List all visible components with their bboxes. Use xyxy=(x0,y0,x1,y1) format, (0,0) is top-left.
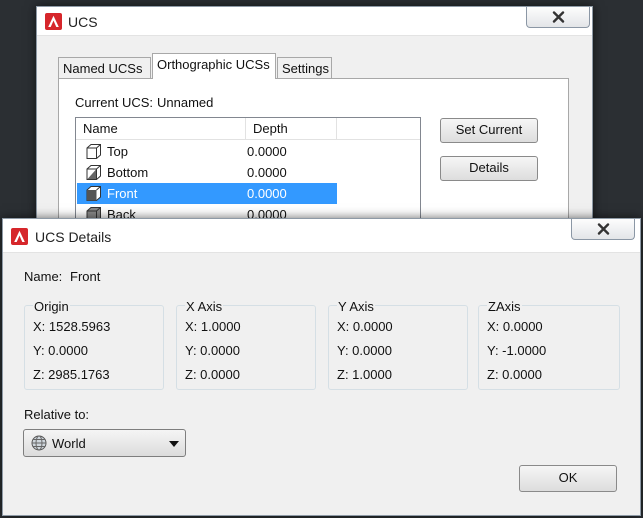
tab-orthographic-ucss[interactable]: Orthographic UCSs xyxy=(152,53,276,79)
group-title: Y Axis xyxy=(337,299,375,314)
details-name-label: Name: xyxy=(24,269,63,284)
close-x-icon xyxy=(597,223,609,235)
row-depth: 0.0000 xyxy=(247,165,287,180)
z-axis-x: X: 0.0000 xyxy=(487,319,543,334)
column-header-filler xyxy=(337,118,420,140)
relative-to-select[interactable]: World xyxy=(23,429,186,457)
current-ucs-value: Unnamed xyxy=(157,95,214,110)
close-x-icon xyxy=(552,11,564,23)
details-title: UCS Details xyxy=(35,229,112,245)
autocad-a-icon xyxy=(11,228,28,245)
autocad-a-icon xyxy=(45,13,62,30)
list-item-top[interactable]: Top 0.0000 xyxy=(77,141,337,162)
x-axis-x: X: 1.0000 xyxy=(185,319,241,334)
tab-settings[interactable]: Settings xyxy=(277,57,332,79)
row-depth: 0.0000 xyxy=(247,186,287,201)
group-title: Origin xyxy=(33,299,70,314)
x-axis-group: X Axis X: 1.0000 Y: 0.0000 Z: 0.0000 xyxy=(176,300,316,390)
cube-view-icon xyxy=(86,186,101,201)
row-name: Bottom xyxy=(107,165,149,180)
details-button[interactable]: Details xyxy=(440,156,538,181)
column-header-name[interactable]: Name xyxy=(76,118,246,140)
y-axis-y: Y: 0.0000 xyxy=(337,343,392,358)
y-axis-x: X: 0.0000 xyxy=(337,319,393,334)
set-current-button[interactable]: Set Current xyxy=(440,118,538,143)
z-axis-y: Y: -1.0000 xyxy=(487,343,547,358)
row-name: Top xyxy=(107,144,128,159)
ucs-title: UCS xyxy=(68,14,98,30)
globe-icon xyxy=(31,435,47,451)
cube-view-icon xyxy=(86,165,101,180)
origin-z: Z: 2985.1763 xyxy=(33,367,110,382)
z-axis-group: ZAxis X: 0.0000 Y: -1.0000 Z: 0.0000 xyxy=(478,300,620,390)
list-item-front[interactable]: Front 0.0000 xyxy=(77,183,337,204)
relative-to-label: Relative to: xyxy=(24,407,90,422)
triangle-down-icon xyxy=(169,441,179,447)
ok-button[interactable]: OK xyxy=(519,465,617,492)
details-name-value: Front xyxy=(70,269,101,284)
row-name: Front xyxy=(107,186,138,201)
x-axis-y: Y: 0.0000 xyxy=(185,343,240,358)
current-ucs-label: Current UCS: xyxy=(75,95,154,110)
details-titlebar[interactable]: UCS Details xyxy=(3,219,640,253)
relative-to-value: World xyxy=(52,436,86,451)
y-axis-group: Y Axis X: 0.0000 Y: 0.0000 Z: 1.0000 xyxy=(328,300,468,390)
list-item-bottom[interactable]: Bottom 0.0000 xyxy=(77,162,337,183)
group-title: X Axis xyxy=(185,299,224,314)
origin-x: X: 1528.5963 xyxy=(33,319,111,334)
x-axis-z: Z: 0.0000 xyxy=(185,367,240,382)
origin-y: Y: 0.0000 xyxy=(33,343,88,358)
z-axis-z: Z: 0.0000 xyxy=(487,367,542,382)
ucs-titlebar[interactable]: UCS xyxy=(37,7,592,36)
row-depth: 0.0000 xyxy=(247,144,287,159)
cube-view-icon xyxy=(86,144,101,159)
ucs-close-button[interactable] xyxy=(526,7,590,28)
origin-group: Origin X: 1528.5963 Y: 0.0000 Z: 2985.17… xyxy=(24,300,164,390)
group-title: ZAxis xyxy=(487,299,522,314)
y-axis-z: Z: 1.0000 xyxy=(337,367,392,382)
column-header-depth[interactable]: Depth xyxy=(246,118,337,140)
details-close-button[interactable] xyxy=(571,219,635,240)
tab-named-ucss[interactable]: Named UCSs xyxy=(58,57,151,79)
